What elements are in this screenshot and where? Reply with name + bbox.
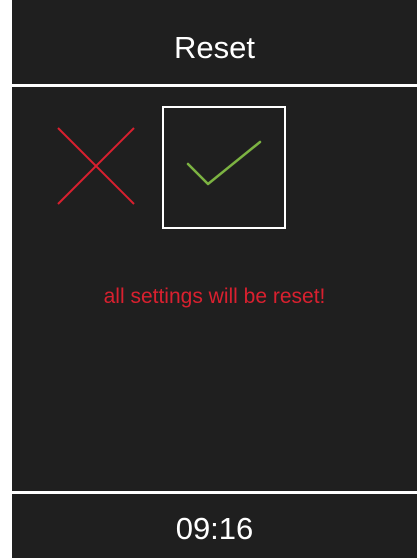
page-title: Reset	[174, 30, 255, 65]
footer-divider	[12, 491, 417, 494]
clock-time: 09:16	[175, 511, 254, 546]
cancel-button[interactable]	[56, 126, 136, 206]
cross-icon	[57, 127, 135, 205]
confirm-button[interactable]	[162, 106, 286, 229]
header-divider	[12, 84, 417, 87]
device-screen: Reset all settings will be reset! 09:16	[12, 0, 417, 558]
warning-message: all settings will be reset!	[103, 285, 326, 308]
check-icon	[186, 140, 262, 186]
